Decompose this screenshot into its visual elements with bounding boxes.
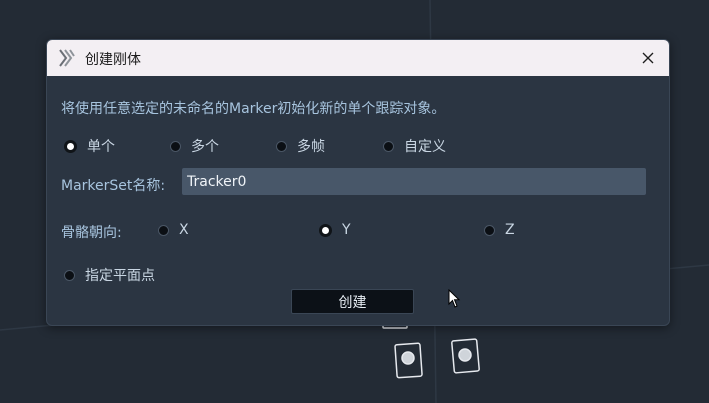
radio-indicator [64,269,75,281]
radio-indicator [383,140,394,152]
radio-label: Y [342,222,351,238]
radio-multiple[interactable]: 多个 [170,136,219,156]
dialog-title: 创建刚体 [85,52,141,68]
radio-label: 指定平面点 [85,268,155,284]
radio-label: 单个 [87,139,115,155]
radio-indicator [64,139,77,153]
radio-axis-z[interactable]: Z [484,222,515,238]
radio-indicator [170,140,181,152]
radio-label: Z [505,222,515,238]
mouse-cursor-icon [448,289,461,308]
radio-indicator [158,224,169,236]
dialog-description: 将使用任意选定的未命名的Marker初始化新的单个跟踪对象。 [61,101,446,117]
bone-orientation-label: 骨骼朝向: [61,225,122,241]
create-rigid-body-dialog: 创建刚体 将使用任意选定的未命名的Marker初始化新的单个跟踪对象。 单个 多… [46,39,670,326]
radio-label: 多个 [191,139,219,155]
radio-custom[interactable]: 自定义 [383,136,446,156]
markerset-name-label: MarkerSet名称: [61,178,166,194]
markerset-name-input[interactable] [182,168,646,195]
create-button[interactable]: 创建 [291,289,414,314]
radio-indicator [276,140,287,152]
app-logo-icon [59,49,75,67]
radio-indicator [484,224,495,236]
radio-single[interactable]: 单个 [64,136,115,156]
radio-label: 多帧 [297,139,325,155]
marker-cluster [382,317,480,379]
radio-label: X [179,222,189,238]
dialog-titlebar: 创建刚体 [47,40,669,76]
radio-axis-y[interactable]: Y [319,222,351,238]
radio-plane-point[interactable]: 指定平面点 [64,265,155,285]
radio-axis-x[interactable]: X [158,222,189,238]
close-icon [642,52,654,64]
close-button[interactable] [627,40,669,76]
radio-multi-frame[interactable]: 多帧 [276,136,325,156]
radio-label: 自定义 [404,139,446,155]
radio-indicator [319,223,332,237]
